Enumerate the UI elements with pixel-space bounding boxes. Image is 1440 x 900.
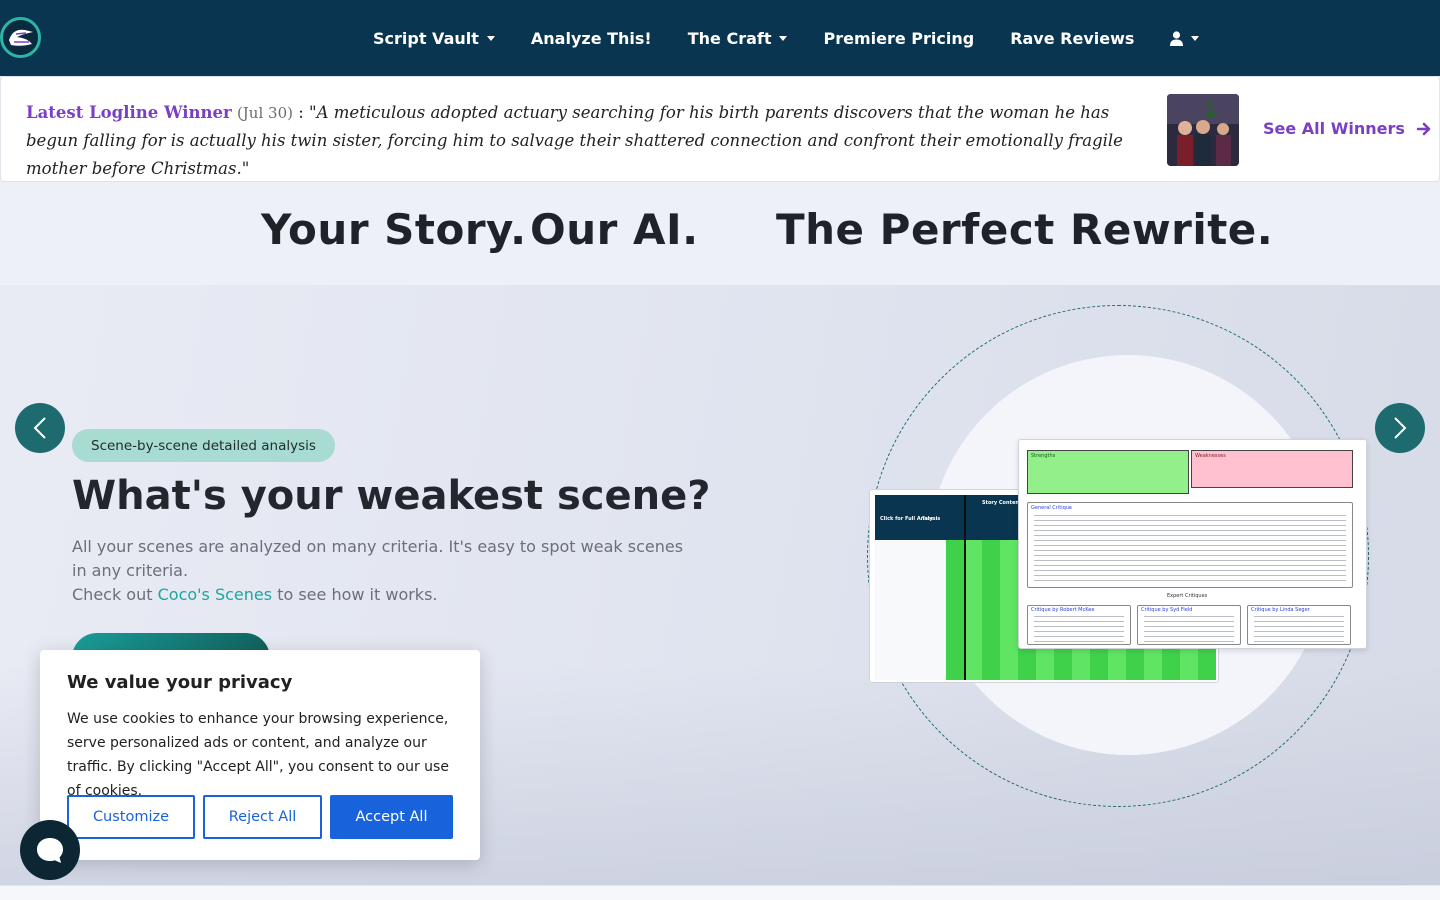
nav-analyze-this[interactable]: Analyze This!	[531, 29, 652, 48]
nav-premiere-pricing-label: Premiere Pricing	[823, 28, 975, 48]
nav-rave-reviews[interactable]: Rave Reviews	[1010, 29, 1134, 48]
critique-field-label: Critique by Syd Field	[1141, 607, 1193, 613]
cookie-customize-button[interactable]: Customize	[67, 795, 195, 839]
cookie-consent-dialog: We value your privacy We use cookies to …	[40, 650, 480, 860]
hero-desc-prefix: Check out	[72, 585, 153, 604]
nav-analyze-this-label: Analyze This!	[530, 28, 652, 48]
scene-table-tone-label: Tone	[922, 516, 934, 522]
scene-table-story-content-label: Story Content	[982, 500, 1022, 506]
user-menu[interactable]	[1170, 30, 1200, 46]
chat-bubble-icon	[37, 838, 63, 863]
nav-rave-reviews-label: Rave Reviews	[1010, 28, 1135, 48]
critique-mckee-panel: Critique by Robert McKee	[1027, 605, 1131, 645]
carousel-prev-button[interactable]	[15, 403, 65, 453]
critique-seger-panel: Critique by Linda Seger	[1247, 605, 1351, 645]
winner-poster-image[interactable]	[1167, 94, 1239, 166]
scene-table-divider	[964, 495, 966, 680]
see-all-winners-label: See All Winners	[1263, 119, 1405, 138]
strengths-panel: Strengths	[1027, 450, 1189, 494]
top-navbar: Script Vault Analyze This! The Craft Pre…	[0, 0, 1440, 76]
chevron-right-icon	[1394, 417, 1407, 439]
see-all-winners-link[interactable]: See All Winners	[1263, 119, 1431, 138]
chevron-left-icon	[33, 417, 46, 439]
hero-description-line: All your scenes are analyzed on many cri…	[72, 537, 684, 580]
nav-premiere-pricing[interactable]: Premiere Pricing	[823, 29, 974, 48]
arrow-right-icon	[1416, 122, 1431, 135]
critique-seger-text	[1254, 616, 1344, 642]
tagline-your-story: Your Story.	[261, 205, 527, 254]
page-bottom-strip	[0, 885, 1440, 900]
critique-mckee-text	[1034, 616, 1124, 642]
site-logo[interactable]	[0, 17, 41, 58]
critique-seger-label: Critique by Linda Seger	[1251, 607, 1310, 613]
critique-mckee-label: Critique by Robert McKee	[1031, 607, 1095, 613]
tagline-perfect-rewrite: The Perfect Rewrite.	[776, 205, 1274, 254]
weaknesses-panel: Weaknesses	[1191, 450, 1353, 488]
general-critique-text	[1034, 515, 1346, 583]
logline-text: Latest Logline Winner (Jul 30) : "A meti…	[26, 99, 1146, 183]
critique-field-text	[1144, 616, 1234, 642]
main-menu: Script Vault Analyze This! The Craft Pre…	[373, 0, 1200, 76]
logline-separator: :	[298, 103, 304, 122]
feature-badge: Scene-by-scene detailed analysis	[72, 429, 335, 462]
strengths-label: Strengths	[1031, 453, 1056, 459]
logline-label: Latest Logline Winner	[26, 103, 232, 122]
weaknesses-label: Weaknesses	[1195, 453, 1226, 459]
logline-winner-banner: Latest Logline Winner (Jul 30) : "A meti…	[0, 76, 1440, 182]
nav-script-vault-label: Script Vault	[373, 28, 479, 48]
chevron-down-icon	[779, 35, 788, 41]
cookie-reject-button[interactable]: Reject All	[203, 795, 322, 839]
chevron-down-icon	[486, 35, 495, 41]
critique-screenshot: Strengths Weaknesses General Critique Ex…	[1018, 439, 1367, 649]
carousel-next-button[interactable]	[1375, 403, 1425, 453]
hero-title: What's your weakest scene?	[72, 473, 711, 519]
cookie-text: We use cookies to enhance your browsing …	[67, 711, 449, 799]
nav-the-craft[interactable]: The Craft	[688, 29, 788, 48]
chat-widget-button[interactable]	[20, 820, 80, 880]
nav-script-vault[interactable]: Script Vault	[373, 29, 495, 48]
cookie-accept-button[interactable]: Accept All	[330, 795, 453, 839]
general-critique-label: General Critique	[1031, 505, 1072, 511]
hero-description-cta-line: Check out Coco's Scenes to see how it wo…	[72, 583, 702, 607]
cookie-title: We value your privacy	[67, 672, 293, 693]
expert-critiques-label: Expert Critiques	[1167, 593, 1208, 599]
user-icon	[1170, 30, 1184, 46]
tagline-our-ai: Our AI.	[530, 205, 699, 254]
critique-field-panel: Critique by Syd Field	[1137, 605, 1241, 645]
general-critique-panel: General Critique	[1027, 502, 1353, 588]
chevron-down-icon	[1191, 35, 1200, 41]
hero-description: All your scenes are analyzed on many cri…	[72, 535, 702, 607]
hero-desc-suffix: to see how it works.	[277, 585, 438, 604]
cocos-scenes-link[interactable]: Coco's Scenes	[158, 585, 272, 604]
scene-table-link-column	[875, 540, 945, 680]
nav-the-craft-label: The Craft	[687, 28, 772, 48]
logline-date: (Jul 30)	[236, 104, 293, 122]
